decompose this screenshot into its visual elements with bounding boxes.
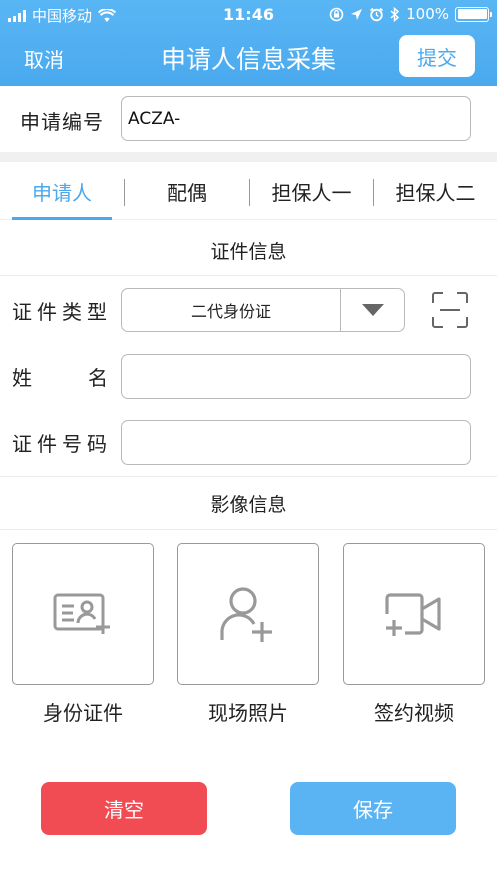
battery-icon (455, 6, 492, 22)
active-tab-indicator (12, 217, 112, 220)
id-number-input[interactable] (121, 420, 471, 465)
divider (0, 476, 497, 477)
video-add-icon (385, 593, 441, 636)
image-section-title: 影像信息 (210, 494, 287, 516)
id-type-label: 证件类型 (12, 300, 112, 324)
name-input[interactable] (121, 354, 471, 399)
user-add-icon (220, 587, 272, 642)
tab-guarantor-1[interactable]: 担保人一 (250, 162, 373, 220)
application-number-input[interactable]: ACZA- (121, 96, 471, 141)
header: 中国移动 11:46 100% 取消 申请人信息采集 提交 (0, 0, 497, 86)
status-bar: 中国移动 11:46 100% (0, 0, 497, 28)
id-card-upload-card[interactable] (12, 543, 154, 685)
divider (0, 529, 497, 530)
submit-button[interactable]: 提交 (399, 35, 475, 77)
photo-upload-card[interactable] (177, 543, 319, 685)
id-type-value: 二代身份证 (190, 302, 271, 321)
rotation-lock-icon (329, 7, 344, 21)
id-card-add-icon (53, 593, 110, 634)
application-number-label: 申请编号 (20, 110, 104, 134)
video-label: 签约视频 (374, 701, 454, 725)
alarm-icon (370, 7, 384, 21)
section-gap (0, 152, 497, 162)
save-button[interactable]: 保存 (290, 782, 456, 835)
bluetooth-icon (390, 6, 400, 22)
application-number-row: 申请编号 ACZA- (0, 86, 497, 152)
id-card-label: 身份证件 (43, 701, 123, 725)
divider (0, 275, 497, 276)
video-upload-card[interactable] (343, 543, 485, 685)
battery-percent: 100% (406, 5, 449, 23)
triangle-down-icon (361, 304, 384, 316)
scan-icon[interactable] (431, 291, 469, 329)
applicant-tabs: 申请人 配偶 担保人一 担保人二 (0, 162, 497, 220)
name-label: 姓名 (12, 362, 110, 391)
dropdown-arrow-button[interactable] (340, 289, 404, 331)
tab-spouse[interactable]: 配偶 (125, 162, 249, 220)
name-label-text: 姓名 (12, 366, 108, 390)
tab-guarantor-2[interactable]: 担保人二 (374, 162, 497, 220)
location-icon (351, 8, 363, 20)
id-type-select[interactable]: 二代身份证 (121, 288, 405, 332)
tab-applicant[interactable]: 申请人 (12, 162, 112, 220)
clear-button[interactable]: 清空 (41, 782, 207, 835)
photo-label: 现场照片 (208, 701, 288, 725)
id-section-title: 证件信息 (210, 241, 287, 263)
status-right: 100% (329, 5, 492, 23)
id-number-label: 证件号码 (12, 432, 112, 456)
